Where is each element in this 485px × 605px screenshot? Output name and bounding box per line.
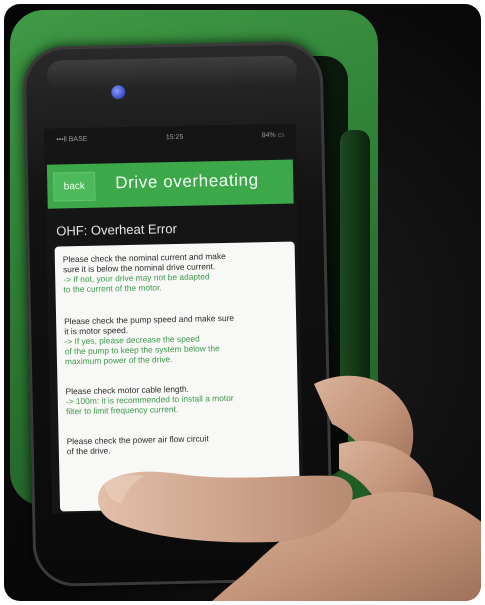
check-item: Please check the power air flow circuit …: [67, 432, 293, 456]
error-code-heading: OHF: Overheat Error: [56, 221, 178, 239]
drive-slot: [340, 130, 370, 390]
phone-screen: •••ll BASE 15:25 84% ▭ back Drive overhe…: [44, 123, 305, 514]
smartphone: •••ll BASE 15:25 84% ▭ back Drive overhe…: [22, 40, 334, 588]
check-item: Please check the pump speed and make sur…: [64, 312, 291, 367]
page-title: Drive overheating: [115, 170, 259, 193]
app-header: back Drive overheating: [46, 159, 294, 209]
back-button[interactable]: back: [53, 171, 96, 202]
carrier-label: •••ll BASE: [56, 135, 88, 144]
battery-label: 84% ▭: [261, 131, 285, 140]
check-item: Please check motor cable length. -> 100m…: [65, 382, 292, 417]
troubleshooting-card: Please check the nominal current and mak…: [54, 241, 301, 512]
status-bar: •••ll BASE 15:25 84% ▭: [44, 127, 296, 146]
phone-sheen: [46, 55, 298, 91]
clock-label: 15:25: [165, 133, 184, 141]
camera-icon: [111, 85, 126, 100]
product-photo: •••ll BASE 15:25 84% ▭ back Drive overhe…: [4, 4, 481, 601]
check-item: Please check the nominal current and mak…: [63, 250, 290, 294]
